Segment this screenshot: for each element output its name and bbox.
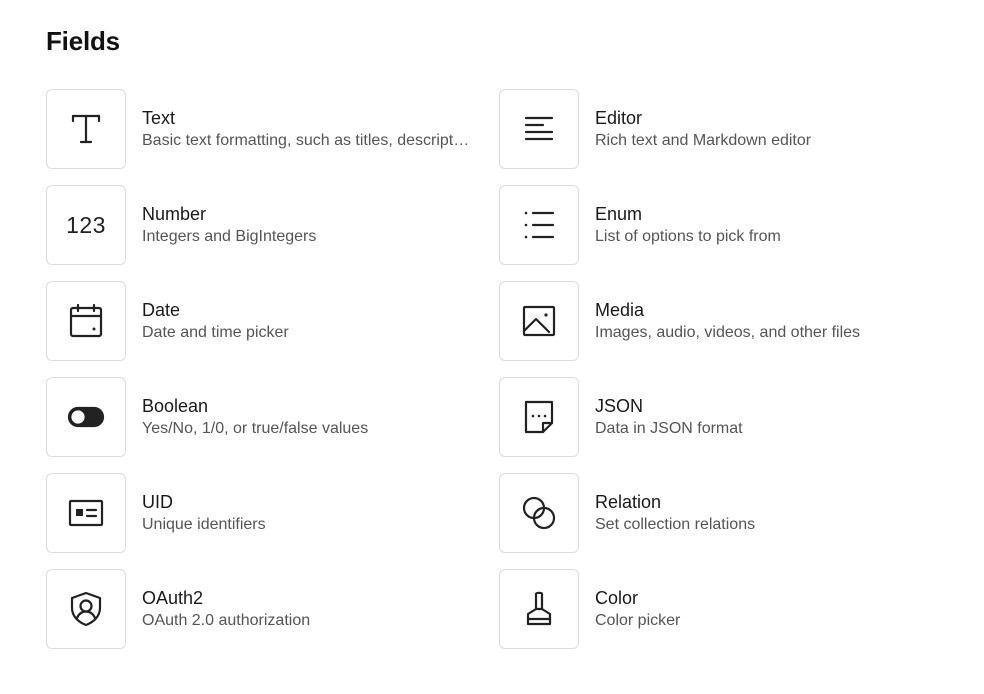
field-name: Enum <box>595 204 643 224</box>
number-icon-glyph: 123 <box>66 211 106 238</box>
field-name: Text <box>142 108 176 128</box>
field-name: Relation <box>595 492 662 512</box>
paint-brush-icon <box>499 569 579 649</box>
field-name: Number <box>142 204 207 224</box>
field-type-enum[interactable]: Enum List of options to pick from <box>499 185 939 265</box>
shield-user-icon <box>46 569 126 649</box>
align-left-icon <box>499 89 579 169</box>
field-description: List of options to pick from <box>595 228 781 245</box>
calendar-icon <box>46 281 126 361</box>
field-name: UID <box>142 492 173 512</box>
field-name: Editor <box>595 108 643 128</box>
field-description: Yes/No, 1/0, or true/false values <box>142 420 369 437</box>
field-type-json[interactable]: JSON Data in JSON format <box>499 377 939 457</box>
id-card-icon <box>46 473 126 553</box>
field-description: Images, audio, videos, and other files <box>595 324 861 341</box>
field-description: Integers and BigIntegers <box>142 228 317 245</box>
field-name: Media <box>595 300 645 320</box>
text-icon <box>46 89 126 169</box>
page-title: Fields <box>46 26 120 56</box>
field-type-number[interactable]: 123 Number Integers and BigIntegers <box>46 185 486 265</box>
field-type-date[interactable]: Date Date and time picker <box>46 281 486 361</box>
note-icon <box>499 377 579 457</box>
link-icon <box>499 473 579 553</box>
field-name: Color <box>595 588 639 608</box>
field-name: OAuth2 <box>142 588 204 608</box>
field-type-media[interactable]: Media Images, audio, videos, and other f… <box>499 281 939 361</box>
field-description: Rich text and Markdown editor <box>595 132 812 149</box>
field-type-grid: Text Basic text formatting, such as titl… <box>46 89 939 649</box>
number-icon: 123 <box>46 185 126 265</box>
field-description: Color picker <box>595 612 681 629</box>
field-description: Set collection relations <box>595 516 756 533</box>
field-description: OAuth 2.0 authorization <box>142 612 311 629</box>
field-name: Boolean <box>142 396 209 416</box>
field-type-oauth2[interactable]: OAuth2 OAuth 2.0 authorization <box>46 569 486 649</box>
list-icon <box>499 185 579 265</box>
field-type-editor[interactable]: Editor Rich text and Markdown editor <box>499 89 939 169</box>
field-type-relation[interactable]: Relation Set collection relations <box>499 473 939 553</box>
field-description: Data in JSON format <box>595 420 743 437</box>
field-description: Basic text formatting, such as titles, d… <box>142 132 472 149</box>
field-type-boolean[interactable]: Boolean Yes/No, 1/0, or true/false value… <box>46 377 486 457</box>
field-description: Unique identifiers <box>142 516 266 533</box>
field-name: Date <box>142 300 181 320</box>
field-type-uid[interactable]: UID Unique identifiers <box>46 473 486 553</box>
field-description: Date and time picker <box>142 324 289 341</box>
image-icon <box>499 281 579 361</box>
field-name: JSON <box>595 396 644 416</box>
field-type-text[interactable]: Text Basic text formatting, such as titl… <box>46 89 486 169</box>
toggle-icon <box>46 377 126 457</box>
field-type-color[interactable]: Color Color picker <box>499 569 939 649</box>
